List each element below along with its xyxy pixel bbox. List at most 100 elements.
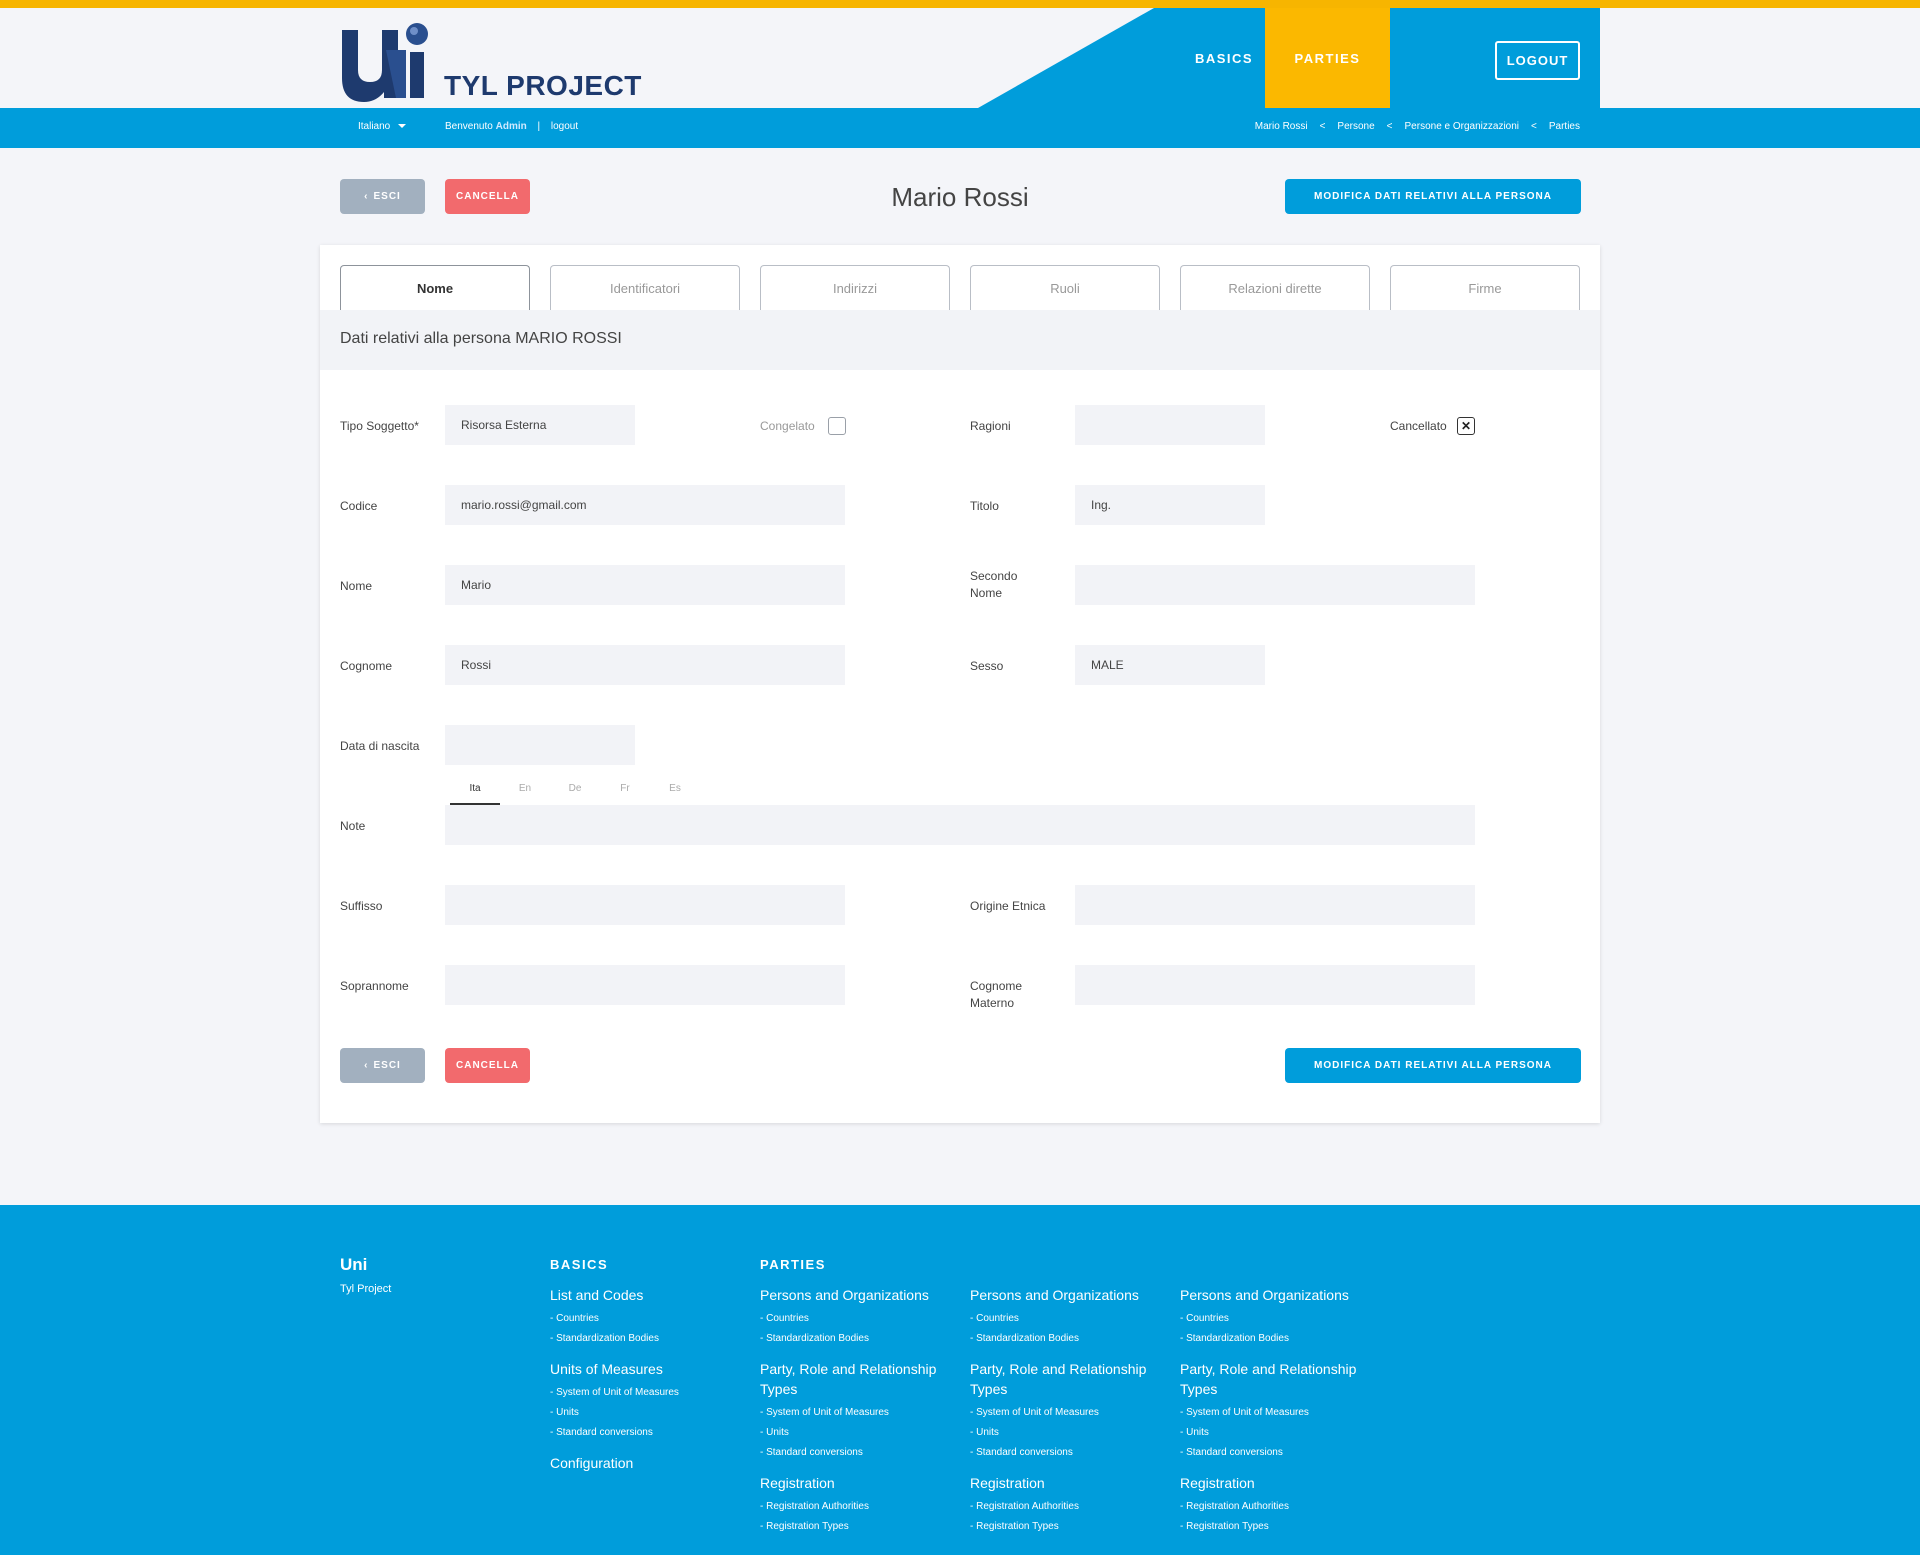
footer-link[interactable]: - System of Unit of Measures bbox=[760, 1403, 960, 1423]
esci-button-bottom[interactable]: ‹ ESCI bbox=[340, 1048, 425, 1083]
footer-group-link[interactable]: Registration bbox=[760, 1473, 960, 1493]
nav-parties[interactable]: PARTIES bbox=[1265, 8, 1390, 108]
note-lang-tab-fr[interactable]: Fr bbox=[600, 783, 650, 805]
chevron-left-icon: ‹ bbox=[364, 191, 369, 202]
cognome-field[interactable]: Rossi bbox=[445, 645, 845, 685]
sesso-field[interactable]: MALE bbox=[1075, 645, 1265, 685]
note-lang-tab-de[interactable]: De bbox=[550, 783, 600, 805]
modifica-button[interactable]: MODIFICA DATI RELATIVI ALLA PERSONA bbox=[1285, 179, 1581, 214]
footer-link[interactable]: - Countries bbox=[970, 1309, 1170, 1329]
secondo-nome-label-line1: Secondo bbox=[970, 569, 1018, 583]
sub-bar: Italiano Benvenuto Admin | logout Mario … bbox=[0, 108, 1920, 148]
footer-link[interactable]: - Units bbox=[760, 1423, 960, 1443]
footer-link[interactable]: - Registration Authorities bbox=[970, 1497, 1170, 1517]
ragioni-field[interactable] bbox=[1075, 405, 1265, 445]
footer-group-link[interactable]: Configuration bbox=[550, 1453, 750, 1473]
top-stripe bbox=[0, 0, 1920, 8]
footer-link[interactable]: - Units bbox=[1180, 1423, 1380, 1443]
cancellato-checkbox[interactable]: ✕ bbox=[1457, 417, 1475, 435]
footer-group-link[interactable]: Party, Role and Relationship Types bbox=[970, 1359, 1170, 1399]
tab-relazioni-dirette[interactable]: Relazioni dirette bbox=[1180, 265, 1370, 311]
modifica-button-bottom[interactable]: MODIFICA DATI RELATIVI ALLA PERSONA bbox=[1285, 1048, 1581, 1083]
footer-group-link[interactable]: Units of Measures bbox=[550, 1359, 750, 1379]
language-select[interactable]: Italiano bbox=[358, 121, 407, 132]
cancella-button-bottom[interactable]: CANCELLA bbox=[445, 1048, 530, 1083]
chevron-left-icon: ‹ bbox=[364, 1060, 369, 1071]
tipo-soggetto-field[interactable]: Risorsa Esterna bbox=[445, 405, 635, 445]
footer-group-link[interactable]: Registration bbox=[1180, 1473, 1380, 1493]
note-lang-tab-en[interactable]: En bbox=[500, 783, 550, 805]
footer-parties-column: Persons and Organizations - Countries - … bbox=[970, 1285, 1170, 1537]
footer-link[interactable]: - System of Unit of Measures bbox=[970, 1403, 1170, 1423]
footer-group-line: Party, Role and Relationship bbox=[970, 1361, 1147, 1377]
tab-identificatori[interactable]: Identificatori bbox=[550, 265, 740, 311]
footer-link[interactable]: - Standardization Bodies bbox=[550, 1329, 750, 1349]
codice-label: Codice bbox=[340, 499, 378, 513]
footer-link[interactable]: - Standard conversions bbox=[550, 1423, 750, 1443]
codice-field[interactable]: mario.rossi@gmail.com bbox=[445, 485, 845, 525]
footer-link[interactable]: - Standardization Bodies bbox=[970, 1329, 1170, 1349]
breadcrumb-item[interactable]: Mario Rossi bbox=[1255, 121, 1308, 132]
footer-link[interactable]: - Countries bbox=[1180, 1309, 1380, 1329]
footer-link[interactable]: - Registration Authorities bbox=[760, 1497, 960, 1517]
logout-button[interactable]: LOGOUT bbox=[1495, 41, 1580, 80]
footer-group-line: Party, Role and Relationship bbox=[760, 1361, 937, 1377]
tab-firme[interactable]: Firme bbox=[1390, 265, 1580, 311]
suffisso-label: Suffisso bbox=[340, 899, 383, 913]
footer-link[interactable]: - Units bbox=[970, 1423, 1170, 1443]
footer-group-link[interactable]: Registration bbox=[970, 1473, 1170, 1493]
origine-etnica-field[interactable] bbox=[1075, 885, 1475, 925]
tab-nome[interactable]: Nome bbox=[340, 265, 530, 311]
breadcrumb-item[interactable]: Persone bbox=[1337, 121, 1374, 132]
close-icon: ✕ bbox=[1460, 419, 1472, 433]
footer-link[interactable]: - Standard conversions bbox=[970, 1443, 1170, 1463]
note-field[interactable] bbox=[445, 805, 1475, 845]
footer-group-link[interactable]: Party, Role and Relationship Types bbox=[1180, 1359, 1380, 1399]
footer-group-link[interactable]: Persons and Organizations bbox=[1180, 1285, 1380, 1305]
footer-group-link[interactable]: Persons and Organizations bbox=[760, 1285, 960, 1305]
soprannome-label: Soprannome bbox=[340, 979, 409, 993]
footer-group-line: Types bbox=[760, 1381, 798, 1397]
cognome-label: Cognome bbox=[340, 659, 393, 673]
titolo-field[interactable]: Ing. bbox=[1075, 485, 1265, 525]
data-nascita-field[interactable] bbox=[445, 725, 635, 765]
user-name: Admin bbox=[495, 121, 527, 132]
titolo-label: Titolo bbox=[970, 499, 999, 513]
congelato-checkbox[interactable] bbox=[828, 417, 846, 435]
footer-link[interactable]: - System of Unit of Measures bbox=[1180, 1403, 1380, 1423]
footer-link[interactable]: - Standard conversions bbox=[1180, 1443, 1380, 1463]
breadcrumb-item[interactable]: Parties bbox=[1549, 121, 1580, 132]
footer-link[interactable]: - Standardization Bodies bbox=[1180, 1329, 1380, 1349]
footer-link[interactable]: - Registration Types bbox=[760, 1517, 960, 1537]
footer-link[interactable]: - System of Unit of Measures bbox=[550, 1383, 750, 1403]
footer-brand-sub: Tyl Project bbox=[340, 1283, 392, 1295]
secondo-nome-label: Secondo Nome bbox=[970, 568, 1017, 602]
note-lang-tab-ita[interactable]: Ita bbox=[450, 783, 500, 805]
footer-link[interactable]: - Standard conversions bbox=[760, 1443, 960, 1463]
nome-field[interactable]: Mario bbox=[445, 565, 845, 605]
footer-link[interactable]: - Countries bbox=[760, 1309, 960, 1329]
cancella-button[interactable]: CANCELLA bbox=[445, 179, 530, 214]
footer-link[interactable]: - Registration Types bbox=[970, 1517, 1170, 1537]
footer-link[interactable]: - Units bbox=[550, 1403, 750, 1423]
secondo-nome-field[interactable] bbox=[1075, 565, 1475, 605]
suffisso-field[interactable] bbox=[445, 885, 845, 925]
footer-link[interactable]: - Registration Types bbox=[1180, 1517, 1380, 1537]
caret-down-icon bbox=[398, 124, 407, 129]
footer-group-link[interactable]: List and Codes bbox=[550, 1285, 750, 1305]
soprannome-field[interactable] bbox=[445, 965, 845, 1005]
breadcrumb-item[interactable]: Persone e Organizzazioni bbox=[1405, 121, 1520, 132]
footer-link[interactable]: - Countries bbox=[550, 1309, 750, 1329]
cognome-materno-field[interactable] bbox=[1075, 965, 1475, 1005]
footer-link[interactable]: - Registration Authorities bbox=[1180, 1497, 1380, 1517]
footer-group-link[interactable]: Persons and Organizations bbox=[970, 1285, 1170, 1305]
nav-basics[interactable]: BASICS bbox=[1180, 8, 1268, 108]
footer-group-link[interactable]: Party, Role and Relationship Types bbox=[760, 1359, 960, 1399]
esci-label: ESCI bbox=[373, 1060, 401, 1071]
tab-ruoli[interactable]: Ruoli bbox=[970, 265, 1160, 311]
tab-indirizzi[interactable]: Indirizzi bbox=[760, 265, 950, 311]
esci-button[interactable]: ‹ ESCI bbox=[340, 179, 425, 214]
footer-link[interactable]: - Standardization Bodies bbox=[760, 1329, 960, 1349]
logout-link[interactable]: logout bbox=[551, 121, 578, 132]
note-lang-tab-es[interactable]: Es bbox=[650, 783, 700, 805]
